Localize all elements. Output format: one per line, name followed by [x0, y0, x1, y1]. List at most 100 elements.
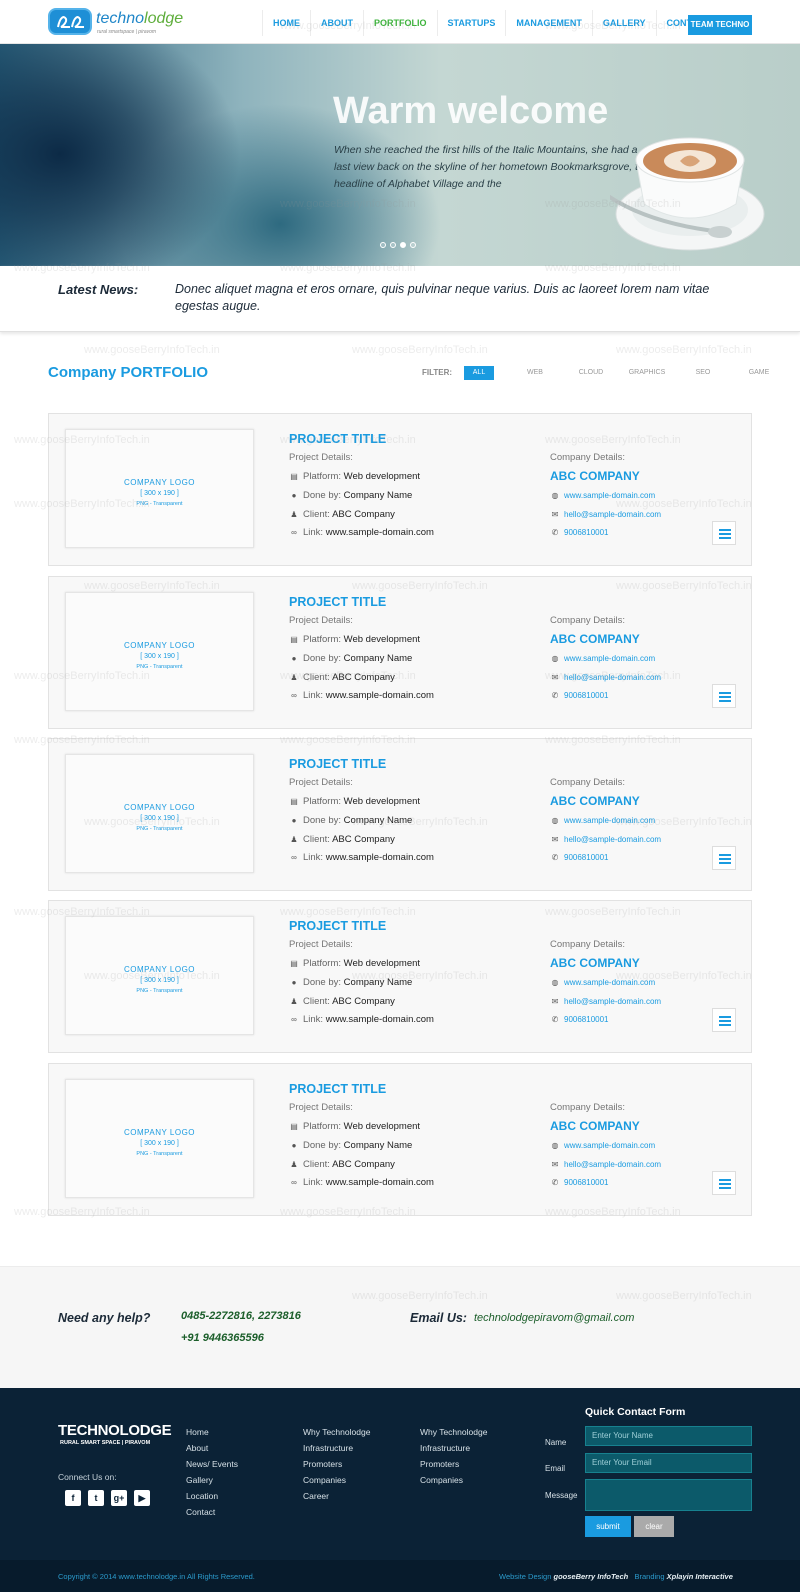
nav-management[interactable]: MANAGEMENT: [505, 10, 592, 36]
company-email[interactable]: ✉ hello@sample-domain.com: [550, 1160, 661, 1169]
platform-icon: ▤: [290, 797, 298, 806]
google-plus-icon[interactable]: g+: [111, 1490, 127, 1506]
company-email[interactable]: ✉ hello@sample-domain.com: [550, 835, 661, 844]
filter-cloud[interactable]: CLOUD: [563, 366, 619, 380]
envelope-icon: ✉: [551, 997, 559, 1006]
message-textarea[interactable]: [585, 1479, 752, 1511]
help-phone-2[interactable]: +91 9446365596: [181, 1332, 264, 1344]
social-links: f t g+ ▶: [65, 1490, 150, 1506]
slider-dot[interactable]: [410, 242, 416, 248]
list-view-button[interactable]: [712, 521, 736, 545]
company-email[interactable]: ✉ hello@sample-domain.com: [550, 673, 661, 682]
footer-link[interactable]: About: [186, 1440, 238, 1456]
nav-startups[interactable]: STARTUPS: [436, 10, 506, 36]
footer-link[interactable]: Home: [186, 1424, 238, 1440]
team-techno-button[interactable]: TEAM TECHNO: [688, 15, 752, 35]
list-view-button[interactable]: [712, 1008, 736, 1032]
project-title[interactable]: PROJECT TITLE: [289, 595, 386, 609]
company-logo-placeholder: COMPANY LOGO [ 300 x 190 ] PNG - Transpare…: [65, 592, 254, 711]
company-phone[interactable]: ✆ 9006810001: [550, 1015, 609, 1024]
project-title[interactable]: PROJECT TITLE: [289, 919, 386, 933]
list-view-button[interactable]: [712, 684, 736, 708]
project-title[interactable]: PROJECT TITLE: [289, 432, 386, 446]
company-details-label: Company Details:: [550, 777, 625, 788]
footer-link[interactable]: Why Technolodge: [420, 1424, 487, 1440]
submit-button[interactable]: submit: [585, 1516, 631, 1537]
user-icon: ♟: [290, 1160, 298, 1169]
platform-row: ▤ Platform: Web development: [290, 1121, 421, 1132]
nav-about[interactable]: ABOUT: [310, 10, 363, 36]
slider-dot[interactable]: [390, 242, 396, 248]
clear-button[interactable]: clear: [634, 1516, 674, 1537]
footer-link[interactable]: Contact: [186, 1504, 238, 1520]
nav-home[interactable]: HOME: [262, 10, 310, 36]
portfolio-card: COMPANY LOGO [ 300 x 190 ] PNG - Transpare…: [48, 900, 752, 1053]
footer-link[interactable]: News/ Events: [186, 1456, 238, 1472]
thumb-line2: [ 300 x 190 ]: [140, 653, 179, 660]
phone-icon: ✆: [551, 1178, 559, 1187]
filter-graphics[interactable]: GRAPHICS: [619, 366, 675, 380]
phone-icon: ✆: [551, 691, 559, 700]
twitter-icon[interactable]: t: [88, 1490, 104, 1506]
globe-icon: ◍: [551, 654, 559, 663]
copyright-bar: Copyright © 2014 www.technolodge.in All …: [0, 1560, 800, 1592]
site-logo[interactable]: technolodge rural smartspace | piravom: [48, 8, 198, 38]
company-email[interactable]: ✉ hello@sample-domain.com: [550, 510, 661, 519]
help-email-link[interactable]: technolodgepiravom@gmail.com: [474, 1312, 634, 1324]
company-phone[interactable]: ✆ 9006810001: [550, 853, 609, 862]
footer-link[interactable]: Companies: [303, 1472, 370, 1488]
thumb-line2: [ 300 x 190 ]: [140, 815, 179, 822]
footer-link[interactable]: Promoters: [420, 1456, 487, 1472]
link-row: ∞ Link: www.sample-domain.com: [289, 852, 434, 863]
done-by-row: ● Done by: Company Name: [289, 977, 413, 988]
youtube-icon[interactable]: ▶: [134, 1490, 150, 1506]
footer-link[interactable]: Promoters: [303, 1456, 370, 1472]
company-logo-placeholder: COMPANY LOGO [ 300 x 190 ] PNG - Transpare…: [65, 916, 254, 1035]
portfolio-title: Company PORTFOLIO: [48, 364, 209, 381]
company-website[interactable]: ◍ www.sample-domain.com: [550, 978, 656, 987]
name-input[interactable]: Enter Your Name: [585, 1426, 752, 1446]
branding-credit[interactable]: Xplayin Interactive: [667, 1572, 733, 1581]
filter-web[interactable]: WEB: [507, 366, 563, 380]
slider-dot-active[interactable]: [400, 242, 406, 248]
footer-link[interactable]: Companies: [420, 1472, 487, 1488]
footer-link[interactable]: Location: [186, 1488, 238, 1504]
help-phone-1[interactable]: 0485-2272816, 2273816: [181, 1310, 301, 1322]
nav-gallery[interactable]: GALLERY: [591, 10, 656, 36]
company-email[interactable]: ✉ hello@sample-domain.com: [550, 997, 661, 1006]
filter-seo[interactable]: SEO: [675, 366, 731, 380]
platform-row: ▤ Platform: Web development: [290, 796, 421, 807]
thumb-line3: PNG - Transparent: [136, 501, 183, 507]
company-website[interactable]: ◍ www.sample-domain.com: [550, 491, 656, 500]
email-input[interactable]: Enter Your Email: [585, 1453, 752, 1473]
company-website[interactable]: ◍ www.sample-domain.com: [550, 654, 656, 663]
filter-game[interactable]: GAME: [731, 366, 787, 380]
project-title[interactable]: PROJECT TITLE: [289, 757, 386, 771]
design-credit[interactable]: gooseBerry InfoTech: [553, 1572, 628, 1581]
info-icon: ●: [291, 1141, 297, 1150]
company-phone[interactable]: ✆ 9006810001: [550, 528, 609, 537]
done-by-row: ● Done by: Company Name: [289, 815, 413, 826]
company-website[interactable]: ◍ www.sample-domain.com: [550, 1141, 656, 1150]
footer-link[interactable]: Gallery: [186, 1472, 238, 1488]
company-phone[interactable]: ✆ 9006810001: [550, 691, 609, 700]
done-by-row: ● Done by: Company Name: [289, 1140, 413, 1151]
list-view-button[interactable]: [712, 846, 736, 870]
list-view-button[interactable]: [712, 1171, 736, 1195]
footer-link[interactable]: Infrastructure: [420, 1440, 487, 1456]
nav-portfolio[interactable]: PORTFOLIO: [363, 10, 437, 36]
footer-link[interactable]: Career: [303, 1488, 370, 1504]
footer-logo[interactable]: TECHNOLODGE: [58, 1422, 172, 1439]
company-phone[interactable]: ✆ 9006810001: [550, 1178, 609, 1187]
filter-all[interactable]: ALL: [464, 366, 494, 380]
design-label: Website Design: [499, 1572, 552, 1581]
facebook-icon[interactable]: f: [65, 1490, 81, 1506]
footer-link[interactable]: Why Technolodge: [303, 1424, 370, 1440]
footer-link[interactable]: Infrastructure: [303, 1440, 370, 1456]
company-website[interactable]: ◍ www.sample-domain.com: [550, 816, 656, 825]
slider-dot[interactable]: [380, 242, 386, 248]
credits: Website Design gooseBerry InfoTech Brand…: [499, 1572, 733, 1581]
quick-contact-title: Quick Contact Form: [585, 1406, 686, 1418]
project-title[interactable]: PROJECT TITLE: [289, 1082, 386, 1096]
globe-icon: ◍: [551, 816, 559, 825]
